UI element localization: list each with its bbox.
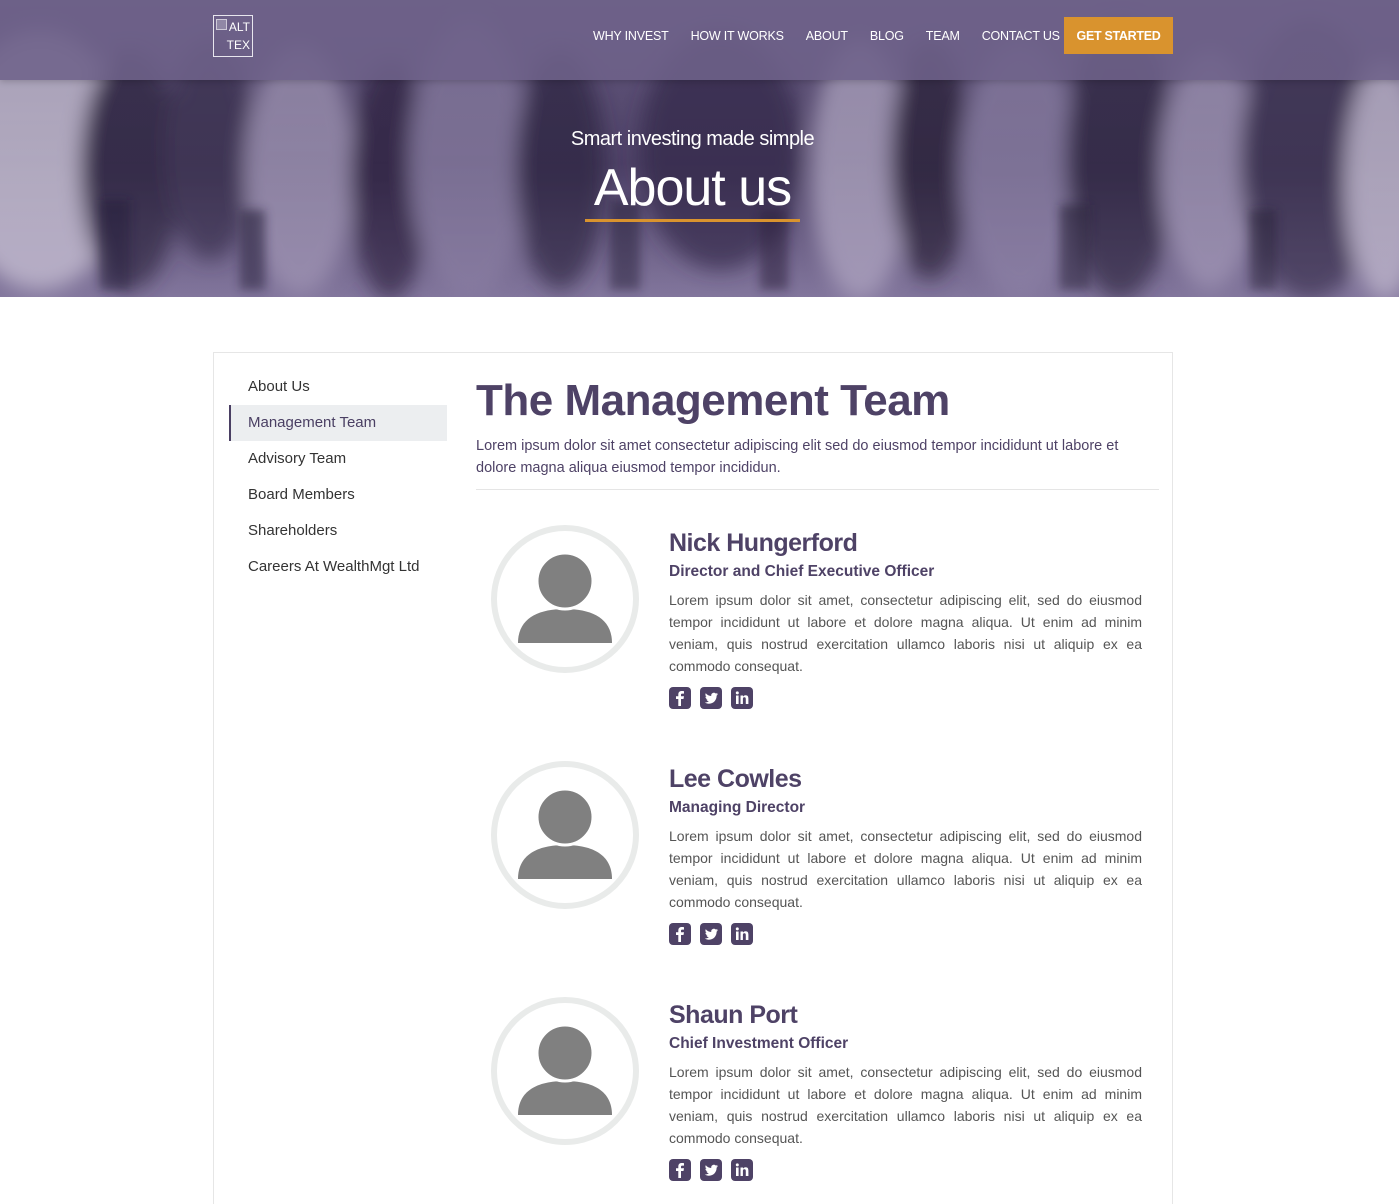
twitter-icon[interactable]: [700, 923, 722, 945]
hero-subtitle: Smart investing made simple: [570, 128, 815, 150]
member-name: Lee Cowles: [669, 765, 802, 793]
avatar: [491, 525, 639, 673]
member-bio: Lorem ipsum dolor sit amet, consectetur …: [669, 828, 1142, 910]
user-placeholder-icon: [518, 1023, 612, 1115]
nav-link-blog[interactable]: BLOG: [870, 29, 904, 43]
member-role: Managing Director: [669, 799, 806, 816]
user-placeholder-icon: [518, 551, 612, 643]
content-card: About Us Management Team Advisory Team B…: [213, 352, 1173, 1204]
nav-link-why-invest[interactable]: WHY INVEST: [593, 29, 669, 43]
member-bio: Lorem ipsum dolor sit amet, consectetur …: [669, 1064, 1142, 1146]
sidebar-item-management-team[interactable]: Management Team: [229, 405, 447, 441]
nav-link-how-it-works[interactable]: HOW IT WORKS: [691, 29, 784, 43]
member-role: Director and Chief Executive Officer: [669, 563, 935, 580]
member-name: Nick Hungerford: [669, 529, 858, 557]
linkedin-icon[interactable]: [731, 923, 753, 945]
member-info: Nick Hungerford Director and Chief Execu…: [669, 527, 1142, 709]
main-content: The Management Team Lorem ipsum dolor si…: [476, 373, 1159, 490]
user-placeholder-icon: [518, 787, 612, 879]
twitter-icon[interactable]: [700, 1159, 722, 1181]
team-member-card: Nick Hungerford Director and Chief Execu…: [476, 525, 1159, 725]
nav-links: WHY INVEST HOW IT WORKS ABOUT BLOG TEAM …: [582, 27, 1071, 45]
hero-title-underline: [585, 219, 800, 222]
sidebar-item-shareholders[interactable]: Shareholders: [229, 513, 447, 549]
nav-link-contact-us[interactable]: CONTACT US: [982, 29, 1060, 43]
sidebar-item-board-members[interactable]: Board Members: [229, 477, 447, 513]
hero-banner: ALT TEX WHY INVEST HOW IT WORKS ABOUT BL…: [0, 0, 1399, 297]
member-role: Chief Investment Officer: [669, 1035, 849, 1052]
hero-title: About us: [593, 159, 792, 217]
member-info: Shaun Port Chief Investment Officer Lore…: [669, 999, 1142, 1181]
avatar: [491, 761, 639, 909]
member-name: Shaun Port: [669, 1001, 798, 1029]
sidebar-item-advisory-team[interactable]: Advisory Team: [229, 441, 447, 477]
member-info: Lee Cowles Managing Director Lorem ipsum…: [669, 763, 1142, 945]
member-bio: Lorem ipsum dolor sit amet, consectetur …: [669, 592, 1142, 674]
get-started-button[interactable]: GET STARTED: [1064, 17, 1173, 54]
avatar: [491, 997, 639, 1145]
broken-image-icon: [216, 19, 227, 30]
nav-link-team[interactable]: TEAM: [926, 29, 960, 43]
sidebar-item-about-us[interactable]: About Us: [229, 369, 447, 405]
linkedin-icon[interactable]: [731, 687, 753, 709]
facebook-icon[interactable]: [669, 1159, 691, 1181]
team-member-card: Lee Cowles Managing Director Lorem ipsum…: [476, 761, 1159, 961]
social-links: [669, 923, 1142, 945]
logo[interactable]: ALT TEX: [213, 15, 253, 57]
social-links: [669, 687, 1142, 709]
sidebar-nav: About Us Management Team Advisory Team B…: [229, 369, 447, 585]
facebook-icon[interactable]: [669, 687, 691, 709]
sidebar-item-careers[interactable]: Careers At WealthMgt Ltd: [229, 549, 447, 585]
facebook-icon[interactable]: [669, 923, 691, 945]
divider: [476, 489, 1159, 490]
nav-link-about[interactable]: ABOUT: [806, 29, 848, 43]
page-title: The Management Team: [476, 376, 950, 425]
social-links: [669, 1159, 1142, 1181]
page-intro: Lorem ipsum dolor sit amet consectetur a…: [476, 438, 1119, 476]
linkedin-icon[interactable]: [731, 1159, 753, 1181]
top-navbar: ALT TEX WHY INVEST HOW IT WORKS ABOUT BL…: [0, 0, 1399, 80]
team-member-card: Shaun Port Chief Investment Officer Lore…: [476, 997, 1159, 1197]
twitter-icon[interactable]: [700, 687, 722, 709]
